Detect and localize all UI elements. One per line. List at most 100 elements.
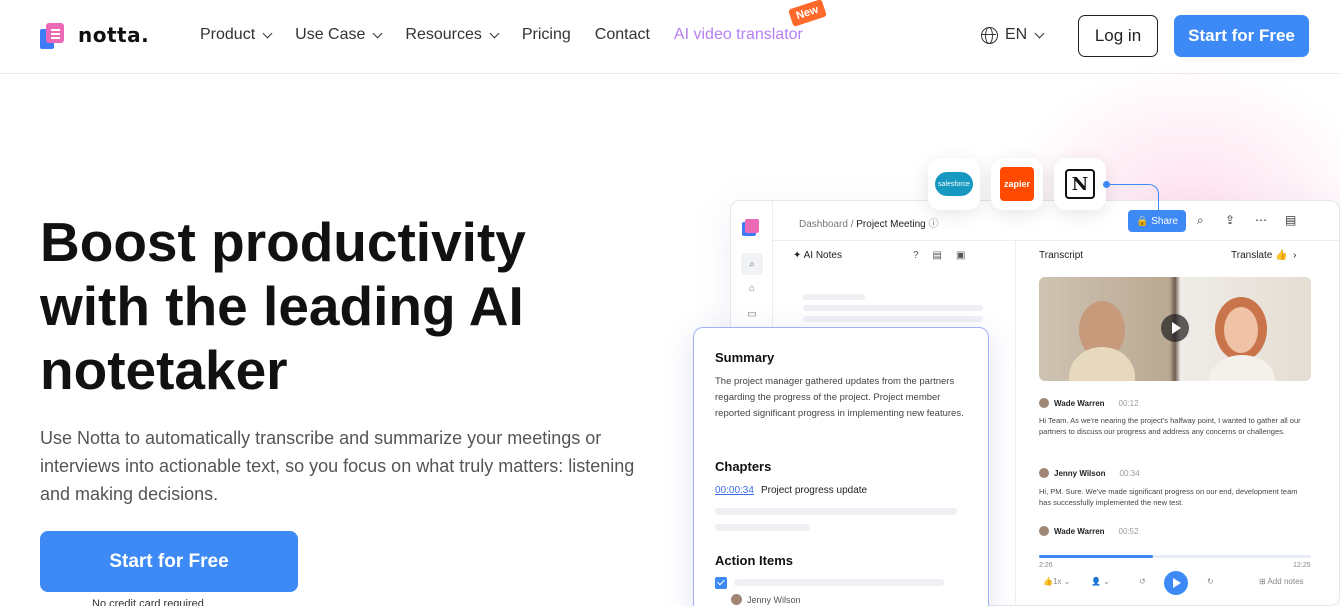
menu-use-case[interactable]: Use Case — [295, 26, 383, 44]
menu-pricing[interactable]: Pricing — [522, 26, 571, 44]
menu-pricing-label: Pricing — [521, 26, 571, 43]
menu-product-label: Product — [200, 26, 256, 43]
menu-resources-label: Resources — [405, 26, 482, 43]
speaker-time: 00:34 — [1119, 468, 1140, 478]
play-button-icon — [1164, 571, 1188, 595]
summary-title: Summary — [715, 350, 775, 365]
participant-woman-shirt — [1209, 355, 1275, 381]
elapsed-time: 2:26 — [1039, 562, 1053, 569]
assignee-name: Jenny Wilson — [747, 594, 801, 605]
search-icon: ⌕ — [1197, 213, 1204, 227]
placeholder-line — [715, 524, 810, 531]
hero-title: Boost productivity with the leading AI n… — [40, 210, 640, 402]
participant-man-shirt — [1069, 347, 1135, 381]
summary-card: Summary The project manager gathered upd… — [693, 327, 989, 606]
action-items-title: Action Items — [715, 553, 794, 568]
notion-integration: N — [1054, 158, 1106, 210]
ai-notes-label: AI Notes — [803, 250, 842, 261]
login-button[interactable]: Log in — [1078, 15, 1158, 57]
participant-woman — [1224, 307, 1258, 353]
language-selector[interactable]: EN — [981, 26, 1045, 44]
zapier-logo: zapier — [1000, 167, 1034, 201]
summary-text: The project manager gathered updates fro… — [715, 376, 964, 419]
breadcrumb-page: Project Meeting — [856, 219, 926, 230]
share-label: Share — [1151, 215, 1178, 227]
start-free-hero-button[interactable]: Start for Free — [40, 531, 298, 592]
hero-title-line-1: Boost productivity — [40, 211, 526, 273]
speed-control: 👍1x ⌄ — [1043, 577, 1071, 586]
checkbox-checked-icon — [715, 577, 727, 589]
hero-title-line-3: notetaker — [40, 339, 288, 401]
home-icon: ⌂ — [748, 282, 756, 294]
placeholder-line — [803, 294, 865, 300]
menu-contact[interactable]: Contact — [595, 26, 650, 44]
breadcrumb-separator: / — [850, 219, 854, 230]
start-free-nav-button[interactable]: Start for Free — [1174, 15, 1309, 57]
speaker-time: 00:52 — [1118, 526, 1139, 536]
rewind-icon: ↺ — [1139, 577, 1146, 586]
menu-product[interactable]: Product — [200, 26, 273, 44]
pane-divider — [1015, 241, 1016, 606]
chapter-row: 00:00:34 Project progress update — [715, 485, 867, 496]
more-icon: ⋯ — [1255, 213, 1267, 227]
speed-label: 1x — [1052, 577, 1062, 586]
zapier-integration: zapier — [991, 158, 1043, 210]
connector-dot — [1103, 181, 1110, 188]
main-menu: Product Use Case Resources Pricing Conta… — [200, 0, 827, 44]
placeholder-line — [803, 305, 983, 311]
cta-note: No credit card required — [92, 598, 204, 606]
speaker-filter-icon: 👤 ⌄ — [1091, 577, 1110, 586]
brand-name: notta. — [78, 23, 150, 47]
notion-logo: N — [1065, 169, 1095, 199]
placeholder-line — [803, 316, 983, 322]
chapter-timestamp: 00:00:34 — [715, 485, 754, 496]
ai-notes-header: ✦ AI Notes — [793, 250, 842, 261]
export-icon: ⇪ — [1225, 213, 1236, 227]
translate-label: Translate — [1231, 250, 1273, 261]
integration-connector — [1107, 184, 1159, 210]
menu-ai-video-translator[interactable]: AI video translator New — [673, 0, 827, 44]
transcript-speaker: Wade Warren 00:52 — [1039, 526, 1139, 536]
salesforce-logo: salesforce — [935, 172, 973, 196]
avatar — [1039, 526, 1049, 536]
new-badge: New — [787, 0, 827, 27]
share-button: 🔒 Share — [1128, 210, 1186, 232]
avatar — [731, 594, 742, 605]
video-thumbnail — [1039, 277, 1311, 381]
transcript-message: Hi Team. As we're nearing the project's … — [1039, 416, 1301, 436]
salesforce-integration: salesforce — [928, 158, 980, 210]
speaker-name: Wade Warren — [1054, 526, 1105, 536]
total-time: 12:25 — [1293, 562, 1311, 569]
chevron-down-icon — [489, 28, 500, 38]
language-label: EN — [1005, 26, 1028, 43]
transcript-message: Hi, PM. Sure. We've made significant pro… — [1039, 487, 1298, 507]
breadcrumb-root: Dashboard — [799, 219, 848, 230]
add-notes-control: ⊞ Add notes — [1259, 577, 1304, 586]
add-notes-label: Add notes — [1267, 577, 1304, 586]
speaker-name: Wade Warren — [1054, 398, 1105, 408]
menu-resources[interactable]: Resources — [405, 26, 500, 44]
notta-logo[interactable]: notta. — [40, 21, 149, 49]
document-icon: ▤ — [1285, 213, 1297, 227]
ai-video-translator-label: AI video translator — [673, 26, 803, 43]
chapter-label: Project progress update — [760, 485, 868, 496]
app-toolbar: Dashboard / Project Meeting ⓘ 🔒 Share ⌕ … — [773, 201, 1339, 241]
chevron-down-icon — [262, 28, 273, 38]
playback-progress — [1039, 555, 1311, 558]
folder-icon: ▭ — [747, 308, 757, 320]
search-icon: ⌕ — [741, 253, 763, 275]
hero-title-line-2: with the leading AI — [40, 275, 524, 337]
menu-contact-label: Contact — [594, 26, 650, 43]
forward-icon: ↻ — [1207, 577, 1214, 586]
transcript-speaker: Wade Warren 00:12 — [1039, 398, 1139, 408]
notes-tool-icons: ?▤▣ — [913, 250, 980, 261]
menu-use-case-label: Use Case — [295, 26, 366, 43]
globe-icon — [981, 26, 998, 44]
breadcrumb: Dashboard / Project Meeting ⓘ — [799, 219, 939, 230]
chevron-down-icon — [372, 28, 383, 38]
placeholder-line — [734, 579, 944, 586]
play-icon — [1161, 314, 1189, 342]
notta-logo-icon — [40, 21, 68, 49]
speaker-name: Jenny Wilson — [1054, 468, 1106, 478]
chapters-title: Chapters — [715, 459, 772, 474]
